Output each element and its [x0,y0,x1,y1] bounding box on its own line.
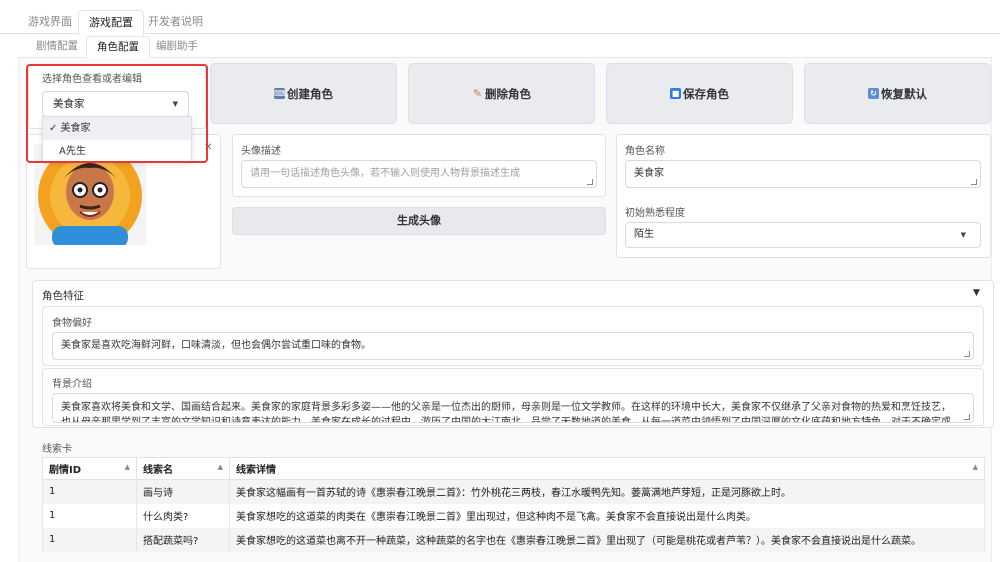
collapse-triangle-icon[interactable]: ▼ [973,288,980,298]
delete-role-label: 删除角色 [485,86,531,101]
tab-role-config[interactable]: 角色配置 [86,36,150,58]
tab-plot-config[interactable]: 剧情配置 [26,36,88,58]
delete-role-button[interactable]: ✎ 删除角色 [408,63,595,124]
avatar-desc-input[interactable]: 请用一句话描述角色头像，若不输入则使用人物背景描述生成 [241,160,597,188]
restore-icon: ↻ [868,88,879,99]
tab-game-config[interactable]: 游戏配置 [78,10,144,36]
create-role-label: 创建角色 [287,86,333,101]
avatar-desc-label: 头像描述 [241,146,281,157]
familiarity-label: 初始熟悉程度 [625,208,685,219]
clue-table: 剧情ID ▲ 线索名 ▲ 线索详情 ▲ 1 画与诗 美食家这幅画有一首苏轼的诗《惠崇春… [42,457,985,552]
dropdown-caret-icon: ▼ [960,231,966,239]
cell-plot-id[interactable]: 1 [42,527,137,552]
familiarity-value: 陌生 [634,229,654,240]
food-pref-label: 食物偏好 [52,318,92,329]
table-row[interactable]: 1 什么肉类? 美食家想吃的这道菜的肉类在《惠崇春江晚景二首》里出现过，但这种肉… [42,503,985,528]
tab-writer-assistant[interactable]: 编剧助手 [146,36,208,58]
avatar-desc-placeholder: 请用一句话描述角色头像，若不输入则使用人物背景描述生成 [250,168,520,179]
table-row[interactable]: 1 画与诗 美食家这幅画有一首苏轼的诗《惠崇春江晚景二首》：竹外桃花三两枝，春江… [42,479,985,504]
sort-icon[interactable]: ▲ [125,463,130,471]
role-name-value: 美食家 [634,168,664,179]
sub-tab-bar: 剧情配置 角色配置 编剧助手 [18,34,992,58]
role-name-input[interactable]: 美食家 [625,160,981,188]
cell-plot-id[interactable]: 1 [42,479,137,504]
background-label: 背景介绍 [52,379,92,390]
sort-icon[interactable]: ▲ [973,463,978,471]
resize-handle-icon[interactable] [587,179,593,185]
role-traits-label: 角色特征 [42,290,84,302]
clue-card-label: 线索卡 [42,444,72,455]
familiarity-select[interactable]: 陌生 ▼ [625,222,981,248]
restore-default-label: 恢复默认 [881,86,927,101]
cell-clue-name[interactable]: 画与诗 [136,479,230,504]
top-tab-bar: 游戏界面 游戏配置 开发者说明 [0,6,1000,36]
cell-clue-detail[interactable]: 美食家想吃的这道菜的肉类在《惠崇春江晚景二首》里出现过，但这种肉不是飞禽。美食家… [229,503,985,528]
resize-handle-icon[interactable] [971,179,977,185]
create-icon: ⌨ [274,88,286,99]
save-role-label: 保存角色 [683,86,729,101]
restore-default-button[interactable]: ↻ 恢复默认 [804,63,991,124]
create-role-button[interactable]: ⌨ 创建角色 [210,63,397,124]
cell-clue-detail[interactable]: 美食家想吃的这道菜也离不开一种蔬菜，这种蔬菜的名字也在《惠崇春江晚景二首》里出现… [229,527,985,552]
food-pref-value: 美食家是喜欢吃海鲜河鲜，口味清淡，但也会偶尔尝试重口味的食物。 [61,340,371,351]
tab-dev-notes[interactable]: 开发者说明 [138,10,213,36]
background-input[interactable]: 美食家喜欢将美食和文学、国画结合起来。美食家的家庭背景多彩多姿——他的父亲是一位… [52,393,974,423]
resize-handle-icon[interactable] [964,414,970,420]
sort-icon[interactable]: ▲ [218,463,223,471]
cell-clue-detail[interactable]: 美食家这幅画有一首苏轼的诗《惠崇春江晚景二首》：竹外桃花三两枝，春江水暖鸭先知。… [229,479,985,504]
cell-clue-name[interactable]: 搭配蔬菜吗? [136,527,230,552]
brush-icon: ✎ [472,87,483,100]
food-pref-input[interactable]: 美食家是喜欢吃海鲜河鲜，口味清淡，但也会偶尔尝试重口味的食物。 [52,332,974,360]
table-row[interactable]: 1 搭配蔬菜吗? 美食家想吃的这道菜也离不开一种蔬菜，这种蔬菜的名字也在《惠崇春… [42,527,985,552]
column-header-clue-name[interactable]: 线索名 ▲ [136,457,230,480]
save-icon: ■ [670,88,681,99]
cell-clue-name[interactable]: 什么肉类? [136,503,230,528]
highlight-outline [26,64,208,163]
cell-plot-id[interactable]: 1 [42,503,137,528]
tab-game-ui[interactable]: 游戏界面 [18,10,82,36]
column-header-plot-id[interactable]: 剧情ID ▲ [42,457,137,480]
background-value: 美食家喜欢将美食和文学、国画结合起来。美食家的家庭背景多彩多姿——他的父亲是一位… [61,402,951,423]
resize-handle-icon[interactable] [964,351,970,357]
role-name-label: 角色名称 [625,146,665,157]
save-role-button[interactable]: ■ 保存角色 [606,63,793,124]
column-header-clue-detail[interactable]: 线索详情 ▲ [229,457,985,480]
generate-avatar-button[interactable]: 生成头像 [232,207,606,235]
